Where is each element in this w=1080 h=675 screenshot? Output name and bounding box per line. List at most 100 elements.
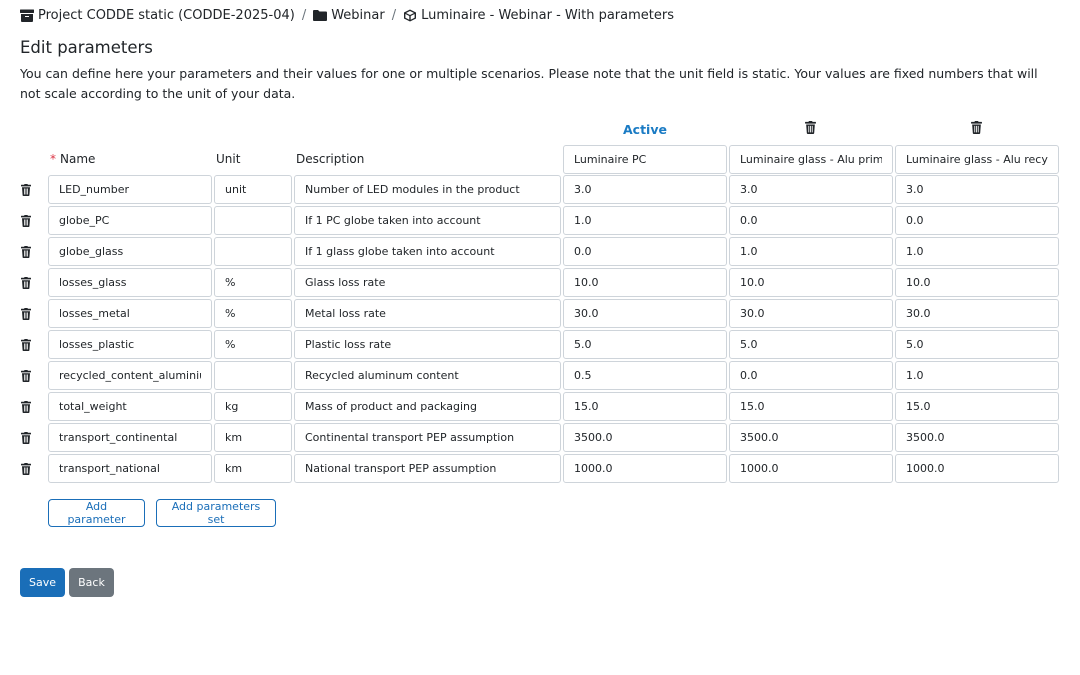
breadcrumb: Project CODDE static (CODDE-2025-04) / W… xyxy=(20,6,674,24)
delete-parameter-button[interactable] xyxy=(19,368,33,384)
description-column-header: Description xyxy=(296,152,365,166)
parameter-value-input[interactable] xyxy=(729,330,893,359)
parameter-unit-input[interactable] xyxy=(214,423,292,452)
parameter-unit-input[interactable] xyxy=(214,392,292,421)
parameter-name-input[interactable] xyxy=(48,175,212,204)
trash-icon xyxy=(21,184,31,196)
set-name-input[interactable] xyxy=(563,145,727,174)
delete-parameter-button[interactable] xyxy=(19,213,33,229)
parameter-value-input[interactable] xyxy=(895,330,1059,359)
parameter-value-input[interactable] xyxy=(563,206,727,235)
parameter-value-input[interactable] xyxy=(563,330,727,359)
parameter-unit-input[interactable] xyxy=(214,330,292,359)
save-button[interactable]: Save xyxy=(20,568,65,597)
parameter-value-input[interactable] xyxy=(563,392,727,421)
folder-icon xyxy=(313,9,328,21)
add-parameters-set-button[interactable]: Add parameters set xyxy=(156,499,276,527)
parameter-value-input[interactable] xyxy=(729,175,893,204)
parameter-description-input[interactable] xyxy=(294,237,561,266)
trash-icon xyxy=(21,463,31,475)
parameter-description-input[interactable] xyxy=(294,330,561,359)
parameter-name-input[interactable] xyxy=(48,392,212,421)
parameter-value-input[interactable] xyxy=(895,268,1059,297)
parameter-description-input[interactable] xyxy=(294,423,561,452)
parameter-name-input[interactable] xyxy=(48,268,212,297)
parameter-description-input[interactable] xyxy=(294,206,561,235)
parameter-unit-input[interactable] xyxy=(214,268,292,297)
parameter-value-input[interactable] xyxy=(895,175,1059,204)
parameter-name-input[interactable] xyxy=(48,206,212,235)
delete-set-3-button[interactable] xyxy=(968,119,984,135)
parameter-value-input[interactable] xyxy=(729,361,893,390)
set-name-input[interactable] xyxy=(895,145,1059,174)
parameter-value-input[interactable] xyxy=(729,454,893,483)
delete-parameter-button[interactable] xyxy=(19,275,33,291)
parameter-value-input[interactable] xyxy=(895,423,1059,452)
parameter-unit-input[interactable] xyxy=(214,454,292,483)
delete-parameter-button[interactable] xyxy=(19,461,33,477)
parameter-unit-input[interactable] xyxy=(214,237,292,266)
parameter-description-input[interactable] xyxy=(294,392,561,421)
breadcrumb-product[interactable]: Luminaire - Webinar - With parameters xyxy=(403,8,674,23)
parameter-value-input[interactable] xyxy=(729,423,893,452)
set-name-input[interactable] xyxy=(729,145,893,174)
delete-parameter-button[interactable] xyxy=(19,244,33,260)
parameter-name-input[interactable] xyxy=(48,454,212,483)
parameter-value-input[interactable] xyxy=(895,361,1059,390)
breadcrumb-folder[interactable]: Webinar xyxy=(313,8,385,23)
breadcrumb-folder-label: Webinar xyxy=(331,7,385,23)
breadcrumb-separator: / xyxy=(301,7,307,23)
delete-parameter-button[interactable] xyxy=(19,337,33,353)
parameter-description-input[interactable] xyxy=(294,361,561,390)
parameter-description-input[interactable] xyxy=(294,299,561,328)
parameter-description-input[interactable] xyxy=(294,454,561,483)
delete-parameter-button[interactable] xyxy=(19,399,33,415)
trash-icon xyxy=(21,246,31,258)
page-description: You can define here your parameters and … xyxy=(20,66,1038,101)
breadcrumb-product-label: Luminaire - Webinar - With parameters xyxy=(421,7,674,23)
parameter-value-input[interactable] xyxy=(895,392,1059,421)
trash-icon xyxy=(21,432,31,444)
parameter-value-input[interactable] xyxy=(563,175,727,204)
trash-icon xyxy=(21,370,31,382)
breadcrumb-separator: / xyxy=(391,7,397,23)
trash-icon xyxy=(21,215,31,227)
parameter-unit-input[interactable] xyxy=(214,361,292,390)
parameter-value-input[interactable] xyxy=(563,454,727,483)
parameter-value-input[interactable] xyxy=(563,237,727,266)
parameter-unit-input[interactable] xyxy=(214,299,292,328)
parameter-name-input[interactable] xyxy=(48,330,212,359)
trash-icon xyxy=(21,339,31,351)
parameter-value-input[interactable] xyxy=(729,206,893,235)
delete-parameter-button[interactable] xyxy=(19,430,33,446)
parameter-value-input[interactable] xyxy=(895,237,1059,266)
parameter-value-input[interactable] xyxy=(563,268,727,297)
parameter-name-input[interactable] xyxy=(48,299,212,328)
active-set-label: Active xyxy=(623,122,667,137)
parameter-name-input[interactable] xyxy=(48,423,212,452)
parameter-value-input[interactable] xyxy=(729,299,893,328)
add-parameter-button[interactable]: Add parameter xyxy=(48,499,145,527)
delete-parameter-button[interactable] xyxy=(19,182,33,198)
parameter-value-input[interactable] xyxy=(729,237,893,266)
parameter-value-input[interactable] xyxy=(563,361,727,390)
parameter-unit-input[interactable] xyxy=(214,206,292,235)
parameter-value-input[interactable] xyxy=(563,423,727,452)
parameter-value-input[interactable] xyxy=(895,299,1059,328)
archive-icon xyxy=(20,9,34,22)
back-button[interactable]: Back xyxy=(69,568,114,597)
trash-icon xyxy=(21,277,31,289)
parameter-value-input[interactable] xyxy=(729,268,893,297)
parameter-value-input[interactable] xyxy=(729,392,893,421)
parameter-value-input[interactable] xyxy=(895,454,1059,483)
parameter-name-input[interactable] xyxy=(48,361,212,390)
breadcrumb-project[interactable]: Project CODDE static (CODDE-2025-04) xyxy=(20,8,295,23)
parameter-description-input[interactable] xyxy=(294,175,561,204)
delete-set-2-button[interactable] xyxy=(802,119,818,135)
parameter-description-input[interactable] xyxy=(294,268,561,297)
parameter-value-input[interactable] xyxy=(895,206,1059,235)
parameter-unit-input[interactable] xyxy=(214,175,292,204)
parameter-value-input[interactable] xyxy=(563,299,727,328)
parameter-name-input[interactable] xyxy=(48,237,212,266)
delete-parameter-button[interactable] xyxy=(19,306,33,322)
